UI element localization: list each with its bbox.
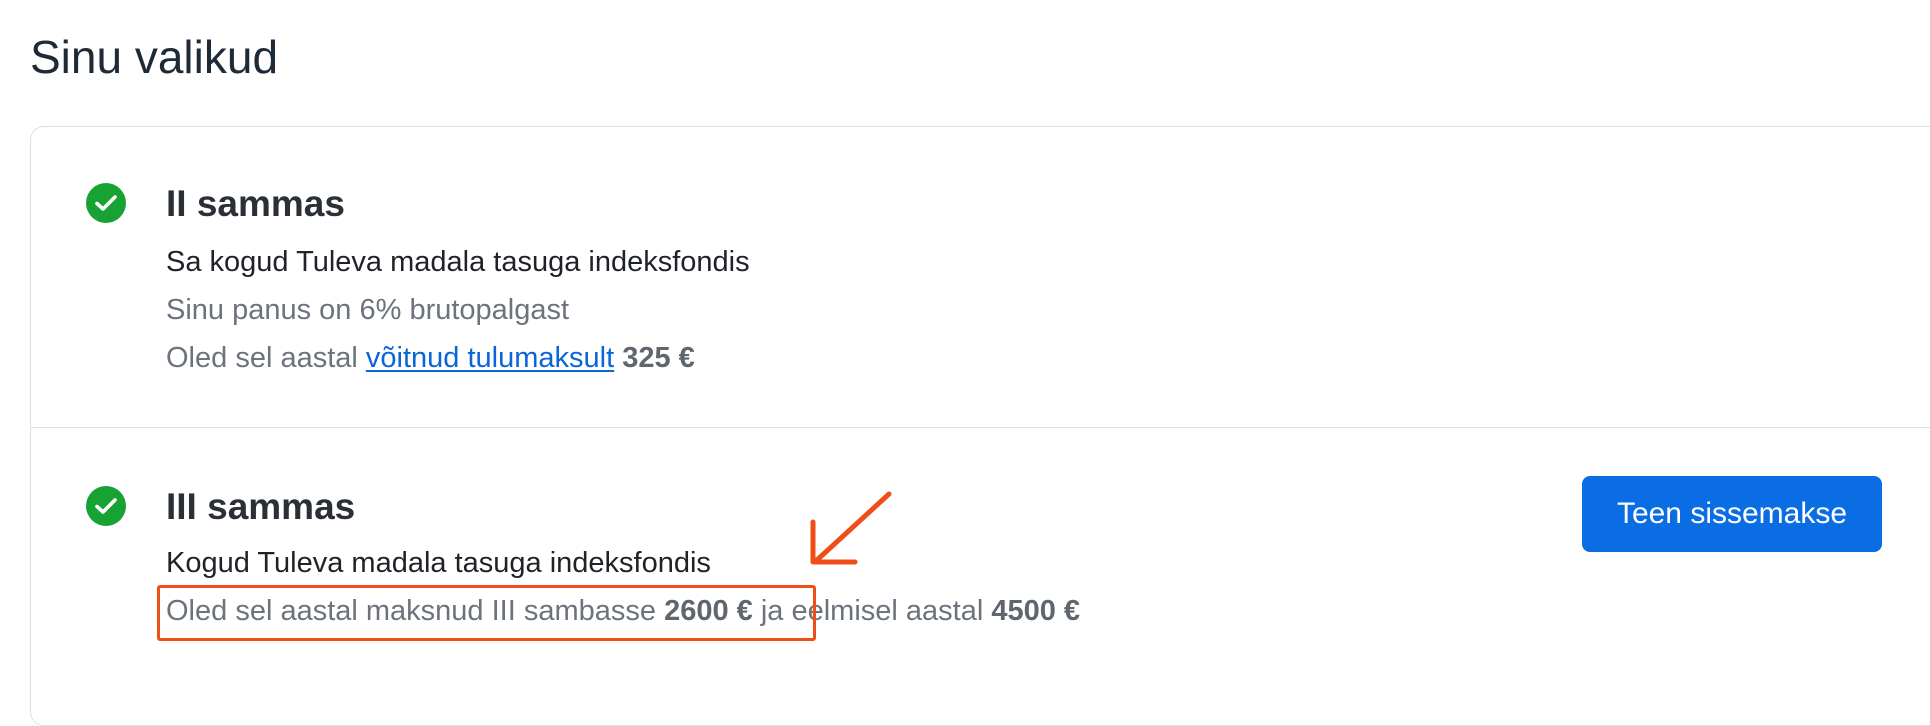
pillar2-tax-line: Oled sel aastal võitnud tulumaksult 325 …: [166, 344, 695, 373]
check-circle-icon: [86, 183, 126, 223]
pillar2-tax-amount: 325 €: [622, 342, 695, 374]
pillar3-title: III sammas: [166, 486, 356, 527]
pillar2-contribution: Sinu panus on 6% brutopalgast: [166, 294, 570, 326]
tax-benefit-link[interactable]: võitnud tulumaksult: [366, 342, 614, 374]
pillar2-description: Sa kogud Tuleva madala tasuga indeksfond…: [166, 246, 750, 278]
pillar3-prev-amount: 4500 €: [991, 595, 1081, 627]
pillar2-tax-prefix: Oled sel aastal: [166, 342, 358, 374]
pillar3-description: Kogud Tuleva madala tasuga indeksfondis: [166, 547, 711, 579]
pillar2-title: II sammas: [166, 183, 345, 224]
make-contribution-button[interactable]: Teen sissemakse: [1582, 476, 1882, 552]
page-title: Sinu valikud: [30, 31, 279, 83]
section-divider: [30, 427, 1930, 428]
arrow-down-left-icon: [805, 488, 895, 573]
check-circle-icon: [86, 486, 126, 526]
highlight-box: [157, 585, 816, 641]
